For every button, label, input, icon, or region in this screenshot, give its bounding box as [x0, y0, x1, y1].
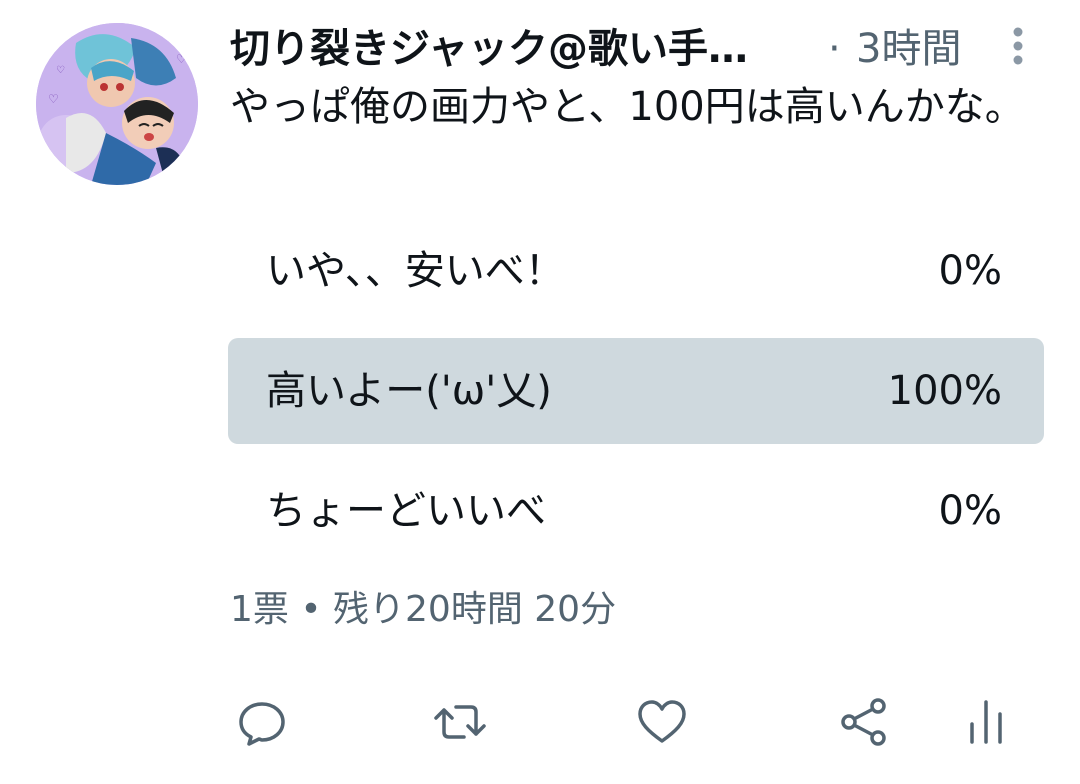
svg-text:♡: ♡: [48, 92, 59, 106]
analytics-button[interactable]: [958, 694, 1014, 750]
tweet-text: やっぱ俺の画力やと、100円は高いんかな。: [230, 84, 1025, 130]
avatar[interactable]: ♡ ♡ ♡: [36, 23, 198, 185]
meta-separator: ·: [828, 26, 841, 72]
avatar-illustration: ♡ ♡ ♡: [36, 23, 198, 185]
retweet-icon: [434, 705, 486, 739]
poll-option-percent: 0%: [938, 488, 1002, 534]
reply-button[interactable]: [234, 694, 290, 750]
poll-option-label: 高いよー('ω'乂): [266, 368, 552, 414]
svg-text:♡: ♡: [176, 52, 187, 66]
poll-option-percent: 0%: [938, 248, 1002, 294]
poll-option[interactable]: いや、、安いべ！ 0%: [228, 218, 1044, 324]
analytics-icon: [970, 700, 1002, 744]
like-button[interactable]: [634, 694, 690, 750]
reply-icon: [239, 702, 285, 746]
poll: いや、、安いべ！ 0% 高いよー('ω'乂) 100% ちょーどいいべ 0%: [228, 218, 1044, 578]
poll-option[interactable]: ちょーどいいべ 0%: [228, 458, 1044, 564]
more-vertical-icon: [1013, 27, 1023, 65]
share-icon: [841, 698, 886, 746]
svg-text:♡: ♡: [56, 65, 65, 76]
poll-option-label: いや、、安いべ！: [266, 248, 565, 294]
poll-option-percent: 100%: [887, 368, 1002, 414]
timestamp[interactable]: 3時間: [856, 24, 961, 74]
poll-option-label: ちょーどいいべ: [266, 488, 546, 534]
heart-icon: [638, 700, 686, 743]
share-button[interactable]: [836, 694, 892, 750]
retweet-button[interactable]: [432, 694, 488, 750]
tweet-header: 切り裂きジャック@歌い手… · 3時間: [230, 22, 1030, 78]
display-name[interactable]: 切り裂きジャック@歌い手…: [230, 24, 820, 74]
poll-option[interactable]: 高いよー('ω'乂) 100%: [228, 338, 1044, 444]
poll-status: 1票 • 残り20時間 20分: [230, 589, 617, 630]
more-button[interactable]: [998, 22, 1038, 72]
